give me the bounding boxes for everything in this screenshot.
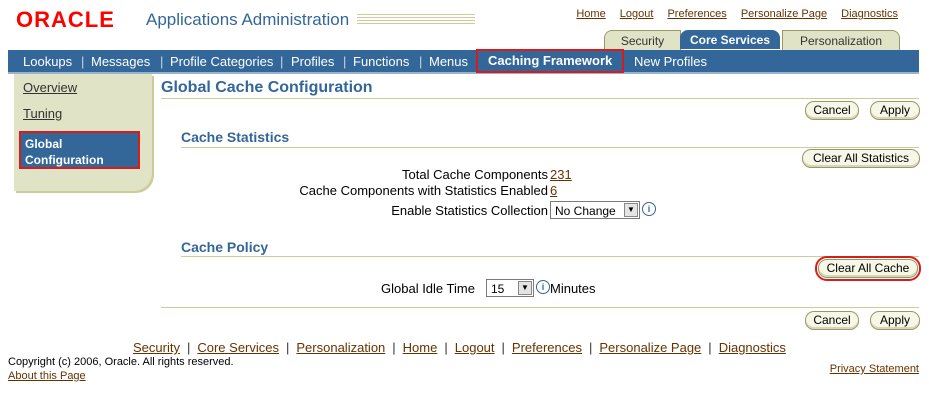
enable-statistics-label: Enable Statistics Collection bbox=[391, 203, 548, 218]
global-idle-time-select-value: 15 bbox=[491, 282, 505, 296]
nav-item-profile-categories[interactable]: Profile Categories bbox=[170, 50, 273, 72]
horizontal-nav: Lookups | Messages | Profile Categories … bbox=[8, 49, 919, 74]
nav-separator: | bbox=[160, 54, 164, 69]
app-title: Applications Administration bbox=[146, 10, 350, 29]
copyright-text: Copyright (c) 2006, Oracle. All rights r… bbox=[8, 356, 234, 368]
clear-all-cache-button[interactable]: Clear All Cache bbox=[815, 256, 921, 281]
global-idle-time-label: Global Idle Time bbox=[381, 281, 475, 296]
nav-separator: | bbox=[280, 54, 284, 69]
nav-item-caching-framework[interactable]: Caching Framework bbox=[476, 49, 625, 73]
clear-all-statistics-button[interactable]: Clear All Statistics bbox=[802, 149, 920, 168]
footer-separator: | bbox=[186, 340, 191, 355]
side-item-label-line2: Configuration bbox=[25, 153, 104, 167]
components-stats-enabled-value[interactable]: 6 bbox=[550, 183, 557, 198]
cancel-button-bottom[interactable]: Cancel bbox=[805, 311, 859, 330]
global-idle-time-select[interactable]: 15 ▼ bbox=[486, 279, 534, 297]
title-divider bbox=[161, 98, 919, 99]
tab-security[interactable]: Security bbox=[604, 30, 681, 50]
nav-item-new-profiles[interactable]: New Profiles bbox=[634, 50, 707, 72]
title-decoration bbox=[357, 14, 475, 26]
nav-separator: | bbox=[343, 54, 347, 69]
apply-button-top[interactable]: Apply bbox=[870, 101, 920, 120]
global-link-logout[interactable]: Logout bbox=[620, 8, 654, 20]
about-this-page-link[interactable]: About this Page bbox=[8, 370, 86, 382]
nav-separator: | bbox=[81, 54, 85, 69]
enable-statistics-select-value: No Change bbox=[555, 204, 616, 218]
global-link-home[interactable]: Home bbox=[576, 8, 605, 20]
info-icon[interactable]: i bbox=[642, 202, 656, 216]
apply-button-bottom[interactable]: Apply bbox=[870, 311, 920, 330]
bottom-divider bbox=[161, 307, 919, 308]
footer-link-personalization[interactable]: Personalization bbox=[296, 340, 385, 355]
footer-separator: | bbox=[286, 340, 290, 355]
nav-item-lookups[interactable]: Lookups bbox=[23, 50, 72, 72]
page-title: Global Cache Configuration bbox=[161, 79, 373, 96]
global-links: Home Logout Preferences Personalize Page… bbox=[565, 8, 898, 20]
footer-separator: | bbox=[589, 340, 593, 355]
section-divider bbox=[181, 256, 919, 257]
section-title-cache-policy: Cache Policy bbox=[181, 239, 269, 255]
global-link-preferences[interactable]: Preferences bbox=[667, 8, 726, 20]
side-link-overview[interactable]: Overview bbox=[23, 80, 77, 95]
components-stats-enabled-label: Cache Components with Statistics Enabled bbox=[299, 183, 548, 198]
cancel-button-top[interactable]: Cancel bbox=[805, 101, 859, 120]
global-link-personalize-page[interactable]: Personalize Page bbox=[741, 8, 827, 20]
footer-link-security[interactable]: Security bbox=[133, 340, 180, 355]
section-divider bbox=[181, 147, 919, 148]
footer-links: Security | Core Services | Personalization | H… bbox=[133, 340, 786, 355]
global-link-diagnostics[interactable]: Diagnostics bbox=[841, 8, 898, 20]
footer-link-personalize-page[interactable]: Personalize Page bbox=[599, 340, 701, 355]
tab-personalization[interactable]: Personalization bbox=[782, 30, 900, 50]
nav-item-functions[interactable]: Functions bbox=[353, 50, 409, 72]
footer-link-logout[interactable]: Logout bbox=[455, 340, 495, 355]
section-title-cache-statistics: Cache Statistics bbox=[181, 129, 290, 145]
footer-link-home[interactable]: Home bbox=[403, 340, 438, 355]
idle-time-unit: Minutes bbox=[550, 281, 596, 296]
footer-separator: | bbox=[708, 340, 712, 355]
total-components-value[interactable]: 231 bbox=[550, 167, 572, 182]
info-icon[interactable]: i bbox=[536, 280, 550, 294]
footer-separator: | bbox=[392, 340, 396, 355]
nav-item-menus[interactable]: Menus bbox=[429, 50, 468, 72]
footer-link-preferences[interactable]: Preferences bbox=[512, 340, 582, 355]
chevron-down-icon: ▼ bbox=[624, 203, 638, 217]
tab-core-services[interactable]: Core Services bbox=[680, 30, 780, 49]
footer-link-core-services[interactable]: Core Services bbox=[197, 340, 279, 355]
total-components-label: Total Cache Components bbox=[402, 167, 548, 182]
footer-link-diagnostics[interactable]: Diagnostics bbox=[719, 340, 786, 355]
side-item-global-configuration[interactable]: Global Configuration bbox=[19, 131, 140, 169]
oracle-logo: ORACLE bbox=[16, 7, 115, 32]
nav-item-profiles[interactable]: Profiles bbox=[291, 50, 334, 72]
nav-separator: | bbox=[419, 54, 423, 69]
nav-item-messages[interactable]: Messages bbox=[91, 50, 150, 72]
enable-statistics-select[interactable]: No Change ▼ bbox=[550, 201, 640, 219]
side-item-label-line1: Global bbox=[25, 137, 63, 151]
side-link-tuning[interactable]: Tuning bbox=[23, 106, 62, 121]
footer-separator: | bbox=[444, 340, 448, 355]
privacy-statement-link[interactable]: Privacy Statement bbox=[830, 363, 919, 375]
footer-separator: | bbox=[501, 340, 505, 355]
chevron-down-icon: ▼ bbox=[518, 281, 532, 295]
